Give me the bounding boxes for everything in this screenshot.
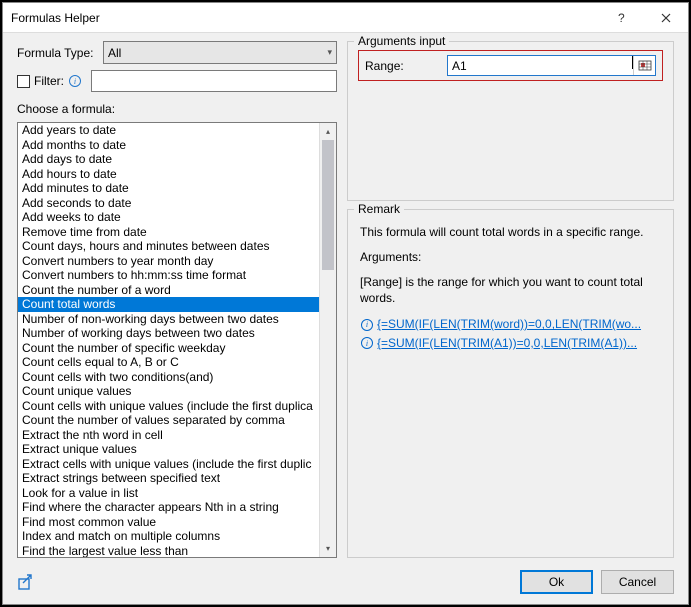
svg-text:?: ? [618,13,625,23]
arguments-legend: Arguments input [354,34,449,48]
list-item[interactable]: Convert numbers to year month day [18,254,319,269]
formula-link-2-text: {=SUM(IF(LEN(TRIM(A1))=0,0,LEN(TRIM(A1))… [377,335,637,352]
remark-description: This formula will count total words in a… [360,224,661,241]
filter-checkbox[interactable] [17,75,30,88]
list-item[interactable]: Add months to date [18,138,319,153]
left-panel: Formula Type: All ▾ Filter: i Choose a f… [17,41,337,558]
scroll-up-button[interactable]: ▴ [320,123,336,140]
choose-formula-label: Choose a formula: [17,102,337,116]
info-icon[interactable]: i [69,75,81,87]
filter-input[interactable] [91,70,337,92]
titlebar: Formulas Helper ? [3,3,688,33]
formula-type-value: All [108,46,121,60]
list-item[interactable]: Add hours to date [18,167,319,182]
remark-fieldset: Remark This formula will count total wor… [347,209,674,558]
list-item[interactable]: Count the number of specific weekday [18,341,319,356]
list-item[interactable]: Add weeks to date [18,210,319,225]
list-item[interactable]: Count the number of values separated by … [18,413,319,428]
scroll-thumb[interactable] [322,140,334,270]
list-item[interactable]: Index and match on multiple columns [18,529,319,544]
list-item[interactable]: Convert numbers to hh:mm:ss time format [18,268,319,283]
list-item[interactable]: Remove time from date [18,225,319,240]
range-input-wrap [447,55,656,76]
arguments-fieldset: Arguments input Range: [347,41,674,201]
cancel-button[interactable]: Cancel [601,570,674,594]
list-item[interactable]: Add days to date [18,152,319,167]
formula-link-2[interactable]: i {=SUM(IF(LEN(TRIM(A1))=0,0,LEN(TRIM(A1… [360,334,661,353]
dialog-window: Formulas Helper ? Formula Type: All ▾ Fi… [2,2,689,605]
list-item[interactable]: Add minutes to date [18,181,319,196]
share-icon[interactable] [17,573,35,591]
formula-link-1-text: {=SUM(IF(LEN(TRIM(word))=0,0,LEN(TRIM(wo… [377,316,641,333]
remark-range-desc: [Range] is the range for which you want … [360,274,661,308]
formula-type-label: Formula Type: [17,46,99,60]
range-input[interactable] [448,56,632,75]
formula-type-dropdown[interactable]: All ▾ [103,41,337,64]
list-item[interactable]: Look for a value in list [18,486,319,501]
list-item[interactable]: Count the number of a word [18,283,319,298]
list-item[interactable]: Count unique values [18,384,319,399]
close-button[interactable] [643,3,688,33]
scrollbar[interactable]: ▴ ▾ [319,123,336,557]
ok-button[interactable]: Ok [520,570,593,594]
list-item[interactable]: Count cells with unique values (include … [18,399,319,414]
remark-arguments-label: Arguments: [360,249,661,266]
list-item[interactable]: Count days, hours and minutes between da… [18,239,319,254]
content-area: Formula Type: All ▾ Filter: i Choose a f… [3,33,688,564]
list-item[interactable]: Count total words [18,297,319,312]
help-button[interactable]: ? [598,3,643,33]
filter-row: Filter: i [17,70,337,92]
formula-listbox[interactable]: Add years to dateAdd months to dateAdd d… [17,122,337,558]
list-item[interactable]: Extract the nth word in cell [18,428,319,443]
chevron-down-icon: ▾ [327,47,332,58]
window-title: Formulas Helper [11,11,598,25]
list-item[interactable]: Add years to date [18,123,319,138]
range-selector-icon [638,59,652,73]
right-panel: Arguments input Range: [347,41,674,558]
list-item[interactable]: Find where the character appears Nth in … [18,500,319,515]
formula-link-1[interactable]: i {=SUM(IF(LEN(TRIM(word))=0,0,LEN(TRIM(… [360,315,661,334]
formula-type-row: Formula Type: All ▾ [17,41,337,64]
filter-label: Filter: [34,74,64,88]
info-icon: i [361,337,373,349]
scroll-down-button[interactable]: ▾ [320,540,336,557]
list-item[interactable]: Count cells equal to A, B or C [18,355,319,370]
footer: Ok Cancel [3,564,688,604]
list-item[interactable]: Number of non-working days between two d… [18,312,319,327]
list-item[interactable]: Number of working days between two dates [18,326,319,341]
list-item[interactable]: Extract cells with unique values (includ… [18,457,319,472]
range-picker-button[interactable] [633,56,655,75]
list-item[interactable]: Add seconds to date [18,196,319,211]
remark-legend: Remark [354,202,404,216]
info-icon: i [361,319,373,331]
range-label: Range: [365,59,441,73]
list-item[interactable]: Find most common value [18,515,319,530]
range-row: Range: [358,50,663,81]
formula-links: i {=SUM(IF(LEN(TRIM(word))=0,0,LEN(TRIM(… [360,315,661,353]
list-item[interactable]: Count cells with two conditions(and) [18,370,319,385]
list-item[interactable]: Extract unique values [18,442,319,457]
list-item[interactable]: Find the largest value less than [18,544,319,558]
list-item[interactable]: Extract strings between specified text [18,471,319,486]
remark-body: This formula will count total words in a… [358,218,663,549]
